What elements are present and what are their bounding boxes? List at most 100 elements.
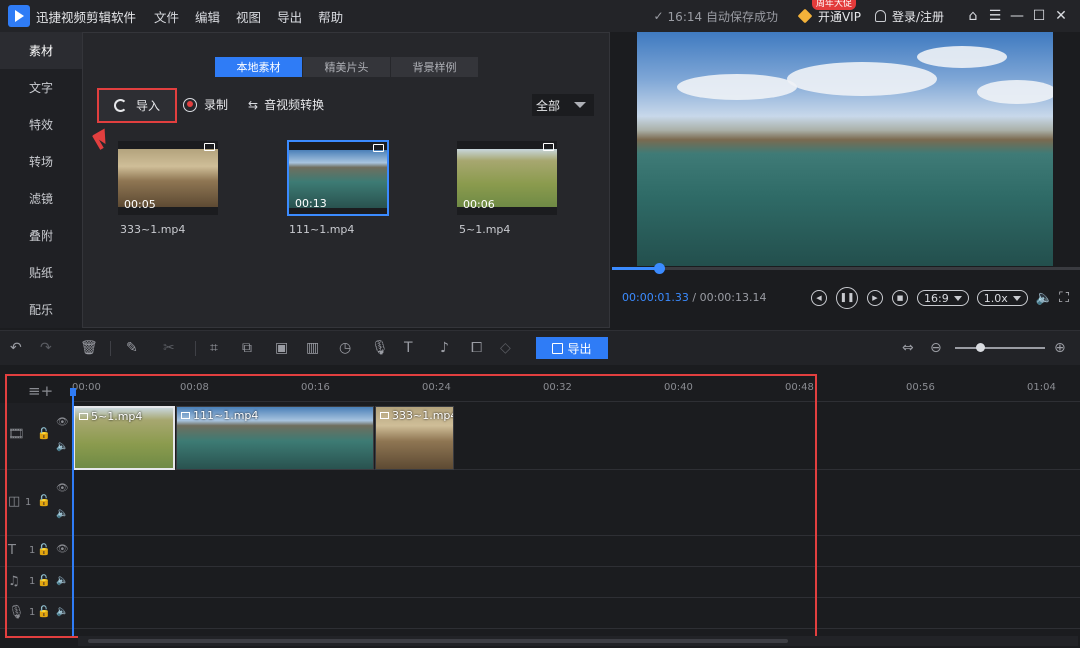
preview-cloud [917, 46, 1007, 68]
speaker-icon[interactable]: 🔈 [56, 575, 68, 586]
record-button[interactable]: 录制 [183, 96, 228, 113]
export-button[interactable]: 导出 [536, 337, 608, 359]
split-icon[interactable]: ✂ [163, 340, 175, 356]
minimize-icon[interactable]: — [1006, 5, 1028, 27]
nav-item-filters[interactable]: 滤镜 [0, 180, 82, 217]
tab-local-media[interactable]: 本地素材 [215, 57, 302, 77]
lock-icon[interactable]: 🔓 [37, 494, 51, 507]
filter-select[interactable]: 全部 [532, 94, 594, 116]
ruler-tick-label: 00:48 [785, 382, 814, 393]
progress-handle[interactable] [653, 263, 665, 274]
undo-icon[interactable]: ↶ [10, 340, 22, 356]
audio-detach-icon[interactable]: ♪ [440, 340, 449, 356]
lock-icon[interactable]: 🔓 [37, 574, 51, 587]
fullscreen-icon[interactable]: ⛶ [1059, 290, 1069, 306]
prev-frame-icon[interactable]: ◀ [811, 290, 827, 306]
convert-icon: ⇆ [248, 97, 259, 112]
login-button[interactable]: 登录/注册 [874, 8, 944, 25]
redo-icon[interactable]: ↷ [40, 340, 52, 356]
close-icon[interactable]: ✕ [1050, 5, 1072, 27]
text-to-speech-icon[interactable]: T [404, 340, 413, 356]
nav-item-stickers[interactable]: 贴纸 [0, 254, 82, 291]
add-track-icon[interactable]: ≡+ [28, 382, 53, 400]
volume-icon[interactable]: 🔈 [1036, 290, 1053, 306]
stop-icon[interactable]: ■ [892, 290, 908, 306]
keyframe-icon[interactable]: ◇ [500, 340, 511, 356]
nav-item-effects[interactable]: 特效 [0, 106, 82, 143]
film-icon: 🎞 [8, 427, 25, 442]
tab-backgrounds[interactable]: 背景样例 [391, 57, 478, 77]
clock-icon[interactable]: ◷ [339, 340, 351, 356]
zoom-out-icon[interactable]: ⊖ [930, 340, 942, 356]
import-button[interactable]: 导入 [97, 88, 177, 123]
track-number: 1 [29, 545, 36, 556]
speaker-icon[interactable]: 🔈 [56, 508, 68, 519]
delete-icon[interactable]: 🗑 [80, 340, 98, 356]
media-duration: 00:13 [295, 197, 327, 210]
timeline-scrollbar[interactable] [78, 636, 1078, 646]
timeline-clip[interactable]: 111~1.mp4 [176, 406, 374, 470]
timeline-clip[interactable]: 333~1.mp4 [375, 406, 454, 470]
nav-item-overlay[interactable]: 叠附 [0, 217, 82, 254]
menu-icon[interactable]: ☰ [984, 5, 1006, 27]
zoom-in-icon[interactable]: ⊕ [1054, 340, 1066, 356]
pause-icon[interactable]: ❚❚ [836, 287, 858, 309]
timeline-clip[interactable]: 5~1.mp4 [73, 406, 175, 470]
next-frame-icon[interactable]: ▶ [867, 290, 883, 306]
speaker-icon[interactable]: 🔈 [56, 441, 68, 452]
zoom-handle[interactable] [976, 343, 986, 352]
time-ruler[interactable]: 00:00 00:08 00:16 00:24 00:32 00:40 00:4… [72, 376, 1080, 402]
timeline: ≡+ 00:00 00:08 00:16 00:24 00:32 00:40 0… [0, 366, 1080, 648]
text-track-header: T 1 🔓 👁 [0, 536, 72, 567]
record-label: 录制 [204, 98, 229, 112]
clip-label: 5~1.mp4 [79, 410, 142, 423]
voice-track[interactable] [72, 598, 1080, 629]
home-icon[interactable]: ⌂ [962, 5, 984, 27]
media-filename: 111~1.mp4 [289, 223, 355, 236]
menu-view[interactable]: 视图 [236, 7, 261, 26]
video-badge-icon [204, 143, 215, 151]
resize-icon[interactable]: ⧉ [242, 340, 252, 356]
tab-intros[interactable]: 精美片头 [303, 57, 390, 77]
media-item[interactable]: 00:06 [457, 141, 557, 215]
vip-button[interactable]: 开通VIP 周年大促 [797, 0, 861, 25]
menu-file[interactable]: 文件 [154, 7, 179, 26]
playback-progress[interactable] [612, 263, 1080, 274]
menu-export[interactable]: 导出 [277, 7, 302, 26]
fit-timeline-icon[interactable]: ⇔ [902, 340, 914, 356]
nav-item-text[interactable]: 文字 [0, 69, 82, 106]
menu-edit[interactable]: 编辑 [195, 7, 220, 26]
toolbar-divider [110, 341, 111, 356]
eye-icon[interactable]: 👁 [56, 544, 69, 555]
copy-icon[interactable]: ⧠ [471, 340, 482, 356]
playhead[interactable] [72, 394, 74, 638]
zoom-slider[interactable] [955, 343, 1045, 352]
lock-icon[interactable]: 🔓 [37, 605, 51, 618]
menu-help[interactable]: 帮助 [318, 7, 343, 26]
media-item[interactable]: 00:13 [287, 140, 389, 216]
edit-icon[interactable]: ✎ [126, 340, 138, 356]
maximize-icon[interactable]: ☐ [1028, 5, 1050, 27]
eye-icon[interactable]: 👁 [56, 417, 69, 428]
speaker-icon[interactable]: 🔈 [56, 606, 68, 617]
eye-icon[interactable]: 👁 [56, 483, 69, 494]
aspect-ratio-select[interactable]: 16:9 [917, 290, 969, 306]
text-track[interactable] [72, 536, 1080, 567]
nav-item-media[interactable]: 素材 [0, 32, 82, 69]
nav-item-music[interactable]: 配乐 [0, 291, 82, 328]
convert-button[interactable]: ⇆ 音视频转换 [248, 96, 324, 113]
scrollbar-thumb[interactable] [88, 639, 788, 643]
lock-icon[interactable]: 🔓 [37, 543, 51, 556]
ruler-tick-label: 01:04 [1027, 382, 1056, 393]
mosaic-icon[interactable]: ▣ [275, 340, 288, 356]
microphone-icon[interactable]: 🎙 [371, 340, 389, 356]
audio-level-icon[interactable]: ▥ [306, 340, 319, 356]
crop-icon[interactable]: ⌗ [210, 340, 218, 356]
nav-item-transitions[interactable]: 转场 [0, 143, 82, 180]
media-item[interactable]: 00:05 [118, 141, 218, 215]
music-track[interactable] [72, 567, 1080, 598]
speed-select[interactable]: 1.0x [976, 290, 1028, 306]
overlay-track[interactable] [72, 470, 1080, 536]
text-track-icon: T [8, 543, 16, 558]
lock-icon[interactable]: 🔓 [37, 427, 51, 440]
